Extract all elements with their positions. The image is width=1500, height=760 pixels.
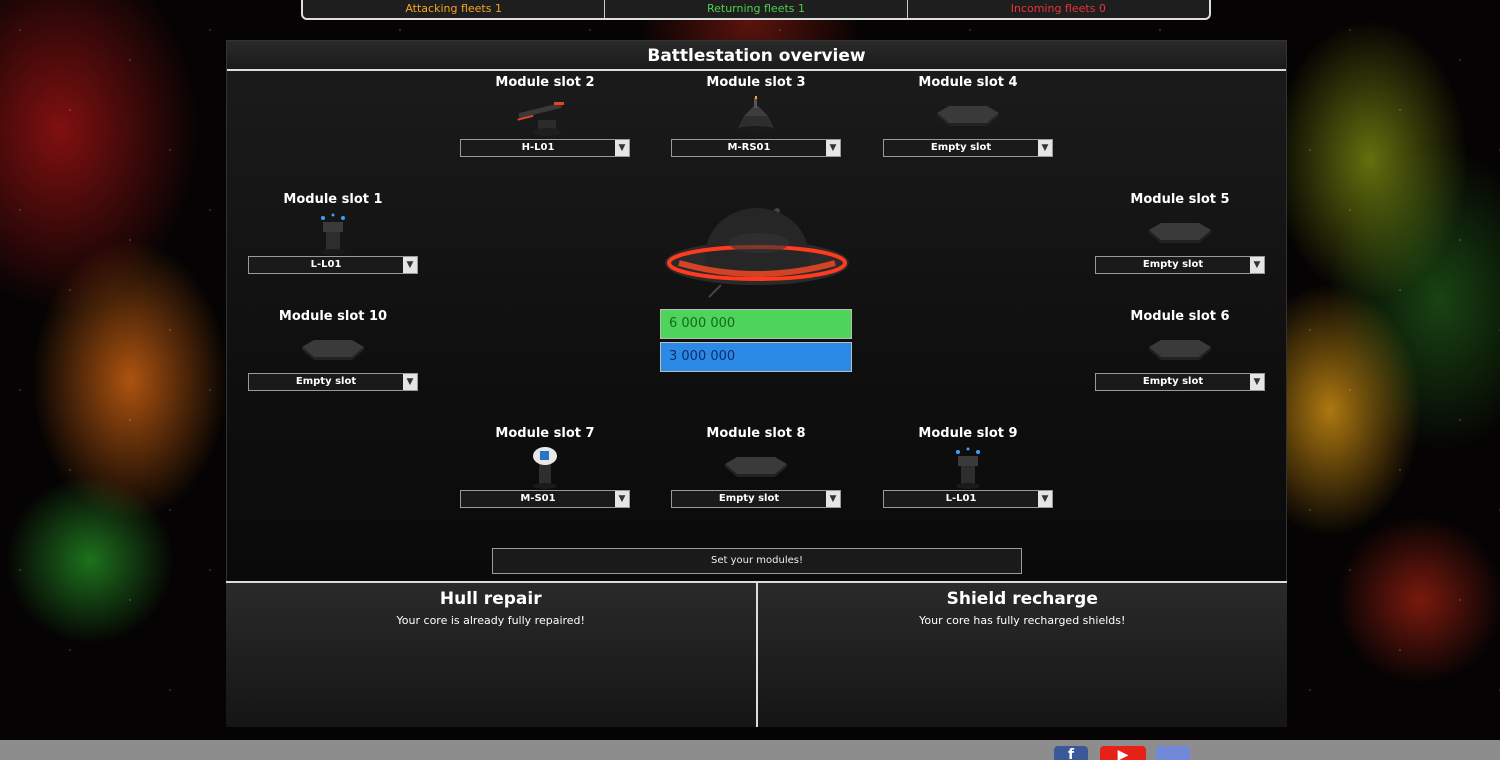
slot-select-value: Empty slot bbox=[930, 142, 992, 153]
slot-select-value: H-L01 bbox=[521, 142, 555, 153]
slot-label: Module slot 3 bbox=[706, 75, 806, 90]
slot-select-value: M-S01 bbox=[520, 493, 556, 504]
module-slot-6: Module slot 6 Empty slot ▼ bbox=[1095, 309, 1265, 391]
empty-slot-icon bbox=[1095, 327, 1265, 373]
module-slot-8: Module slot 8 Empty slot ▼ bbox=[671, 426, 841, 508]
chevron-down-icon: ▼ bbox=[826, 140, 840, 156]
module-slot-2: Module slot 2 H-L01 ▼ bbox=[460, 75, 630, 157]
slot-label: Module slot 4 bbox=[918, 75, 1018, 90]
slot-select[interactable]: Empty slot ▼ bbox=[671, 490, 841, 508]
empty-slot-icon bbox=[671, 444, 841, 490]
module-slot-1: Module slot 1 L-L01 ▼ bbox=[248, 192, 418, 274]
slot-select[interactable]: Empty slot ▼ bbox=[883, 139, 1053, 157]
slot-label: Module slot 6 bbox=[1130, 309, 1230, 324]
heavy-laser-icon bbox=[460, 93, 630, 139]
hull-points-field: 6 000 000 bbox=[660, 309, 852, 339]
slot-select-value: Empty slot bbox=[1142, 376, 1204, 387]
hull-repair-panel: Hull repair Your core is already fully r… bbox=[226, 583, 758, 727]
incoming-fleets-link[interactable]: Incoming fleets 0 bbox=[908, 0, 1209, 18]
chevron-down-icon: ▼ bbox=[403, 374, 417, 390]
empty-slot-icon bbox=[1095, 210, 1265, 256]
chevron-down-icon: ▼ bbox=[403, 257, 417, 273]
slot-label: Module slot 1 bbox=[283, 192, 383, 207]
module-slot-9: Module slot 9 L-L01 ▼ bbox=[883, 426, 1053, 508]
hull-repair-title: Hull repair bbox=[439, 589, 542, 609]
slot-select-value: Empty slot bbox=[718, 493, 780, 504]
slot-select[interactable]: M-S01 ▼ bbox=[460, 490, 630, 508]
laser-turret-icon bbox=[883, 444, 1053, 490]
laser-turret-icon bbox=[248, 210, 418, 256]
slot-label: Module slot 2 bbox=[495, 75, 595, 90]
discord-icon[interactable] bbox=[1156, 746, 1190, 760]
slot-select-value: M-RS01 bbox=[727, 142, 771, 153]
module-slot-10: Module slot 10 Empty slot ▼ bbox=[248, 309, 418, 391]
fleet-status-bar: Attacking fleets 1 Returning fleets 1 In… bbox=[301, 0, 1211, 20]
facebook-icon[interactable]: f bbox=[1054, 746, 1088, 760]
battlestation-core-icon bbox=[659, 201, 855, 301]
slot-select[interactable]: L-L01 ▼ bbox=[248, 256, 418, 274]
attacking-fleets-link[interactable]: Attacking fleets 1 bbox=[303, 0, 606, 18]
shield-recharge-panel: Shield recharge Your core has fully rech… bbox=[758, 583, 1288, 727]
shield-recharge-title: Shield recharge bbox=[946, 589, 1098, 609]
slot-label: Module slot 7 bbox=[495, 426, 595, 441]
module-slot-7: Module slot 7 M-S01 ▼ bbox=[460, 426, 630, 508]
slot-label: Module slot 8 bbox=[706, 426, 806, 441]
slot-select-value: L-L01 bbox=[945, 493, 977, 504]
shield-points-field: 3 000 000 bbox=[660, 342, 852, 372]
slot-select[interactable]: H-L01 ▼ bbox=[460, 139, 630, 157]
slot-label: Module slot 9 bbox=[918, 426, 1018, 441]
module-slot-4: Module slot 4 Empty slot ▼ bbox=[883, 75, 1053, 157]
hull-repair-status: Your core is already fully repaired! bbox=[396, 614, 585, 627]
module-slot-5: Module slot 5 Empty slot ▼ bbox=[1095, 192, 1265, 274]
module-slot-3: Module slot 3 M-RS01 ▼ bbox=[671, 75, 841, 157]
chevron-down-icon: ▼ bbox=[1038, 491, 1052, 507]
chevron-down-icon: ▼ bbox=[615, 491, 629, 507]
chevron-down-icon: ▼ bbox=[1250, 374, 1264, 390]
chevron-down-icon: ▼ bbox=[615, 140, 629, 156]
slot-select-value: Empty slot bbox=[1142, 259, 1204, 270]
chevron-down-icon: ▼ bbox=[1250, 257, 1264, 273]
empty-slot-icon bbox=[248, 327, 418, 373]
shield-module-icon bbox=[460, 444, 630, 490]
footer: f ▶ bbox=[0, 740, 1500, 760]
shield-recharge-status: Your core has fully recharged shields! bbox=[919, 614, 1126, 627]
chevron-down-icon: ▼ bbox=[826, 491, 840, 507]
repair-panels: Hull repair Your core is already fully r… bbox=[226, 581, 1287, 727]
returning-fleets-link[interactable]: Returning fleets 1 bbox=[605, 0, 908, 18]
chevron-down-icon: ▼ bbox=[1038, 140, 1052, 156]
rocket-silo-icon bbox=[671, 93, 841, 139]
panel-title: Battlestation overview bbox=[227, 41, 1286, 71]
slot-label: Module slot 5 bbox=[1130, 192, 1230, 207]
battlestation-panel: Battlestation overview Module slot 2 H-L… bbox=[226, 40, 1287, 583]
set-modules-button[interactable]: Set your modules! bbox=[492, 548, 1022, 574]
slot-select[interactable]: Empty slot ▼ bbox=[248, 373, 418, 391]
empty-slot-icon bbox=[883, 93, 1053, 139]
slot-label: Module slot 10 bbox=[278, 309, 388, 324]
slot-select[interactable]: Empty slot ▼ bbox=[1095, 256, 1265, 274]
slot-select-value: L-L01 bbox=[310, 259, 342, 270]
youtube-icon[interactable]: ▶ bbox=[1100, 746, 1146, 760]
slot-select[interactable]: M-RS01 ▼ bbox=[671, 139, 841, 157]
slot-select-value: Empty slot bbox=[295, 376, 357, 387]
slot-select[interactable]: L-L01 ▼ bbox=[883, 490, 1053, 508]
slot-select[interactable]: Empty slot ▼ bbox=[1095, 373, 1265, 391]
